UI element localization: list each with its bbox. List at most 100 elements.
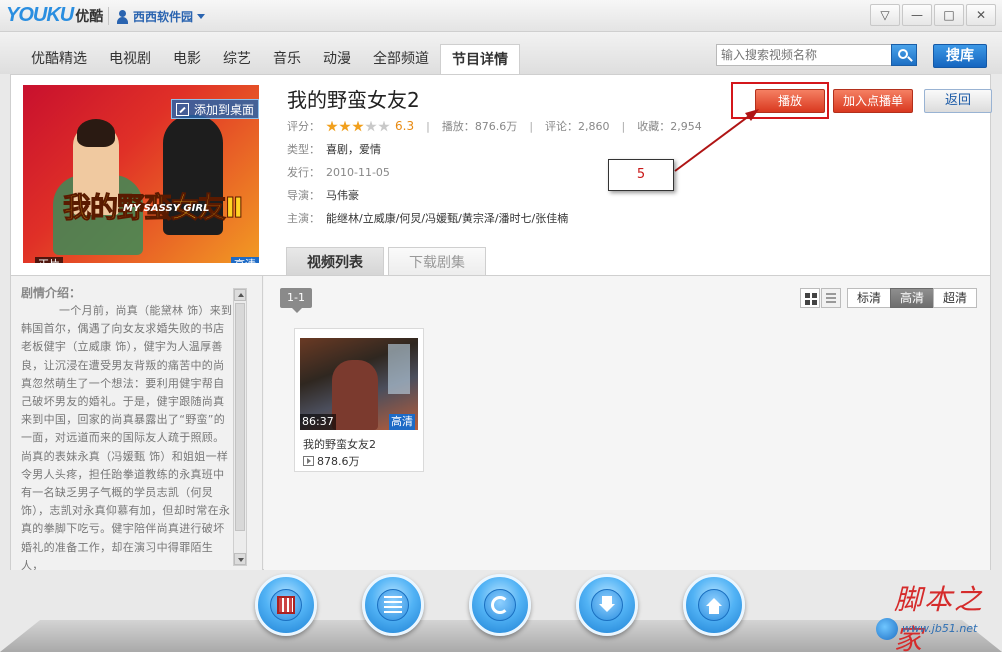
release-label: 发行： xyxy=(287,166,320,179)
list-line xyxy=(826,301,836,303)
episode-range-tag[interactable]: 1-1 xyxy=(280,288,312,313)
soku-button[interactable]: 搜库 xyxy=(933,44,987,68)
cast-value[interactable]: 能继林/立威康/何炅/冯媛甄/黄宗泽/潘时七/张佳楠 xyxy=(326,207,568,230)
add-to-desktop-button[interactable]: 添加到桌面 xyxy=(171,99,259,119)
play-count-icon xyxy=(303,456,314,466)
release-value: 2010-11-05 xyxy=(326,166,390,179)
chevron-down-icon xyxy=(197,14,206,19)
annotation-arrow xyxy=(674,109,759,172)
tab-movies[interactable]: 电影 xyxy=(162,44,212,74)
rating-stars xyxy=(326,120,390,133)
search-button[interactable] xyxy=(891,44,917,66)
director-value[interactable]: 马伟豪 xyxy=(326,184,359,207)
grid-view-icon[interactable] xyxy=(800,288,820,308)
logo-cn: 优酷 xyxy=(75,9,104,25)
scroll-down-icon[interactable] xyxy=(234,553,246,565)
movie-title: 我的野蛮女友2 xyxy=(287,88,420,112)
movie-info: 我的野蛮女友2 评分： 6.3 | 播放： 876.6万 | 评论： 2,860 |… xyxy=(287,85,727,230)
program-detail-panel: 我的野蛮女友Ⅱ MY SASSY GIRL 添加到桌面 正片 高清 我的野蛮女友… xyxy=(10,74,992,570)
watermark-cn: 脚本之家 xyxy=(894,583,985,652)
user-menu[interactable]: 西西软件园 xyxy=(116,8,206,25)
title-bar: YOUKU 优酷 西西软件园 ▽ — □ ✕ xyxy=(0,0,1002,32)
quality-super[interactable]: 超清 xyxy=(933,288,977,308)
quality-selector: 标清 高清 超清 xyxy=(847,288,977,308)
episode-plays: 878.6万 xyxy=(303,453,360,469)
synopsis-panel: 剧情介绍： 一个月前，尚真（能黛林 饰）来到韩国首尔，偶遇了向女友求婚失败的书店… xyxy=(11,276,263,570)
tab-variety[interactable]: 综艺 xyxy=(212,44,262,74)
plays-label: 播放： xyxy=(441,120,475,133)
download-icon xyxy=(598,596,616,614)
content-subtabs: 视频列表 下载剧集 xyxy=(286,247,486,277)
quality-hd[interactable]: 高清 xyxy=(890,288,934,308)
feature-badge: 正片 xyxy=(35,257,63,263)
favorites-label: 收藏： xyxy=(637,120,671,133)
playlist-icon xyxy=(384,596,402,614)
list-line xyxy=(826,293,836,295)
logo-brand: YOUKU xyxy=(6,4,74,26)
episode-duration: 86:37 xyxy=(300,414,336,430)
tab-music[interactable]: 音乐 xyxy=(262,44,312,74)
movie-poster[interactable]: 我的野蛮女友Ⅱ MY SASSY GIRL 添加到桌面 正片 高清 xyxy=(23,85,259,263)
star-empty-icon xyxy=(365,120,377,132)
lower-section: 剧情介绍： 一个月前，尚真（能黛林 饰）来到韩国首尔，偶遇了向女友求婚失败的书店… xyxy=(11,275,990,570)
dock-upload-button[interactable] xyxy=(683,574,745,636)
list-view-icon[interactable] xyxy=(821,288,841,308)
dock-playlist-button[interactable] xyxy=(362,574,424,636)
divider: | xyxy=(426,120,430,133)
minimize-button[interactable]: — xyxy=(902,4,932,26)
cast-label: 主演： xyxy=(287,212,320,225)
window-controls: ▽ — □ ✕ xyxy=(870,4,996,26)
tab-video-list[interactable]: 视频列表 xyxy=(286,247,384,277)
search-icon-handle xyxy=(907,56,913,62)
dock-refresh-button[interactable] xyxy=(469,574,531,636)
hd-badge: 高清 xyxy=(231,257,259,263)
divider: | xyxy=(621,120,626,133)
tab-anime[interactable]: 动漫 xyxy=(312,44,362,74)
episode-title[interactable]: 我的野蛮女友2 xyxy=(303,436,376,452)
search-input[interactable] xyxy=(716,44,892,66)
youku-logo[interactable]: YOUKU 优酷 xyxy=(6,4,103,28)
tab-featured[interactable]: 优酷精选 xyxy=(20,44,98,74)
genre-label: 类型： xyxy=(287,143,320,156)
title-separator xyxy=(108,7,109,25)
back-button[interactable]: 返回 xyxy=(924,89,992,113)
dock-film-button[interactable] xyxy=(255,574,317,636)
maximize-button[interactable]: □ xyxy=(934,4,964,26)
upload-icon xyxy=(705,596,723,614)
rating-value: 6.3 xyxy=(395,119,415,133)
watermark-url: www.jb51.net xyxy=(902,622,978,635)
comments-label: 评论： xyxy=(545,120,579,133)
tab-all-channels[interactable]: 全部频道 xyxy=(362,44,440,74)
scroll-up-icon[interactable] xyxy=(234,289,246,301)
poster-english-title: MY SASSY GIRL xyxy=(123,203,210,214)
dock-download-button[interactable] xyxy=(576,574,638,636)
thumb-figure xyxy=(332,360,378,430)
nav-bar: 优酷精选 电视剧 电影 综艺 音乐 动漫 全部频道 节目详情 搜库 xyxy=(0,32,1002,75)
star-filled-icon xyxy=(339,120,351,132)
grid-cell xyxy=(812,293,817,298)
episode-hd-badge: 高清 xyxy=(389,414,415,430)
tab-tv[interactable]: 电视剧 xyxy=(98,44,162,74)
episode-card[interactable]: 86:37 高清 我的野蛮女友2 878.6万 xyxy=(294,328,424,472)
synopsis-scrollbar[interactable] xyxy=(233,288,247,566)
comments-value: 2,860 xyxy=(578,120,610,133)
user-icon xyxy=(116,9,129,24)
synopsis-text: 一个月前，尚真（能黛林 饰）来到韩国首尔，偶遇了向女友求婚失败的书店老板健宇（立… xyxy=(21,304,233,570)
divider: | xyxy=(529,120,534,133)
cast-row: 主演： 能继林/立威康/何炅/冯媛甄/黄宗泽/潘时七/张佳楠 xyxy=(287,207,727,230)
scroll-thumb[interactable] xyxy=(235,303,245,531)
tab-download-episodes[interactable]: 下载剧集 xyxy=(388,247,486,277)
quality-sd[interactable]: 标清 xyxy=(847,288,891,308)
synopsis-title: 剧情介绍： xyxy=(21,286,82,300)
add-desktop-icon xyxy=(176,103,189,116)
annotation-callout: 5 xyxy=(608,159,674,191)
tab-program-details[interactable]: 节目详情 xyxy=(440,44,520,75)
episode-plays-value: 878.6万 xyxy=(317,455,360,468)
list-line xyxy=(826,297,836,299)
close-button[interactable]: ✕ xyxy=(966,4,996,26)
stats-row: 评分： 6.3 | 播放： 876.6万 | 评论： 2,860 | 收藏： 2,95… xyxy=(287,115,727,138)
menu-dropdown-button[interactable]: ▽ xyxy=(870,4,900,26)
add-to-playlist-button[interactable]: 加入点播单 xyxy=(833,89,913,113)
episode-list-panel: 1-1 标清 高清 超清 86:37 高清 我的野蛮女友2 878.6万 xyxy=(264,276,990,570)
genre-value[interactable]: 喜剧，爱情 xyxy=(326,138,381,161)
